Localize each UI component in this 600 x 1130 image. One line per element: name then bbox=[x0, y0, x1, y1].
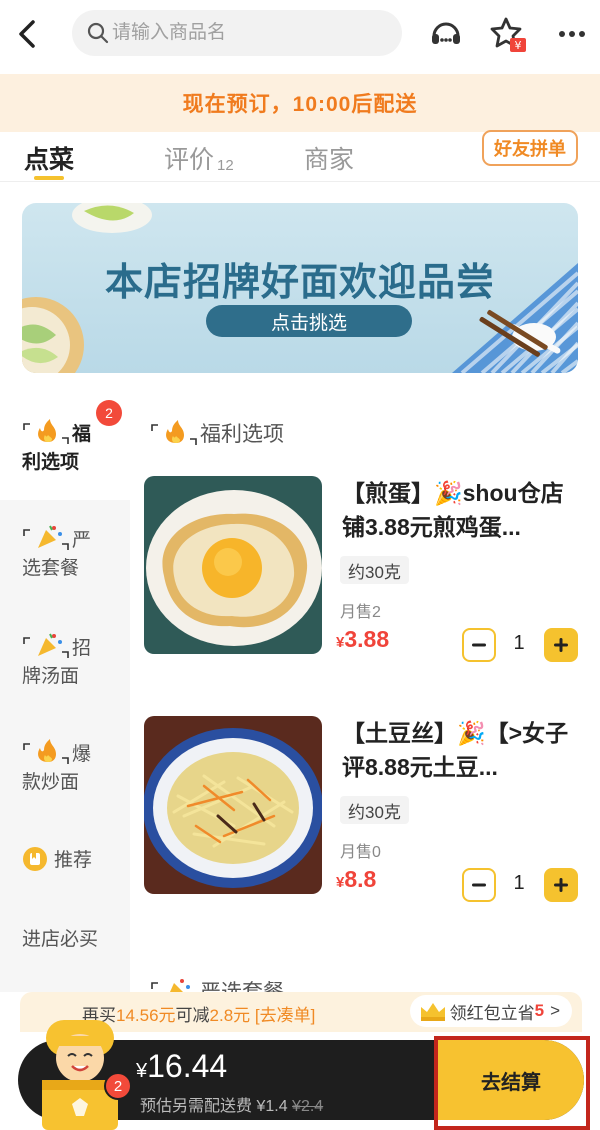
category-sidebar: 福 利选项 2 严 选套餐 招 牌汤面 爆 款炒面 推荐 进店必买 bbox=[0, 392, 130, 992]
favorite-star-icon[interactable]: ¥ bbox=[486, 12, 530, 56]
add-on-link[interactable]: [去凑单] bbox=[255, 1006, 315, 1025]
tab-reviews-label: 评价 bbox=[164, 146, 215, 174]
delivery-fee: 预估另需配送费 ¥1.4 ¥2.4 bbox=[140, 1092, 323, 1116]
product-price: ¥8.8 bbox=[336, 866, 376, 893]
promo-middle: 可减 bbox=[175, 1006, 210, 1025]
sidebar-item-set-meal-line1: 严 bbox=[72, 530, 92, 551]
sidebar-item-fried-noodles[interactable]: 爆 款炒面 bbox=[0, 738, 130, 797]
search-input[interactable] bbox=[112, 18, 392, 48]
sidebar-item-soup-noodles[interactable]: 招 牌汤面 bbox=[0, 632, 130, 691]
cart-total: ¥16.44 bbox=[136, 1048, 227, 1085]
red-packet-amount: 5 bbox=[534, 1001, 545, 1020]
fire-icon bbox=[23, 419, 69, 444]
tab-order-label: 点菜 bbox=[24, 146, 75, 174]
product-spec: 约30克 bbox=[340, 796, 409, 824]
tab-reviews-count: 12 bbox=[217, 157, 234, 174]
tab-merchant-label: 商家 bbox=[304, 146, 355, 174]
preorder-notice: 现在预订，10:00后配送 bbox=[0, 74, 600, 132]
promo-discount: 2.8元 bbox=[209, 1006, 251, 1025]
cart-count-badge: 2 bbox=[104, 1072, 132, 1100]
top-bar: ¥ bbox=[0, 0, 600, 68]
sidebar-item-soup-noodles-line1: 招 bbox=[72, 638, 92, 659]
sidebar-item-welfare-line2: 利选项 bbox=[22, 452, 80, 473]
customer-service-icon[interactable] bbox=[424, 12, 468, 56]
product-price: ¥3.88 bbox=[336, 626, 389, 653]
plus-icon bbox=[554, 878, 568, 892]
tab-reviews[interactable]: 评价 12 bbox=[164, 132, 234, 176]
search-icon bbox=[86, 21, 110, 45]
checkout-highlight-outline bbox=[434, 1036, 590, 1130]
cart-total-symbol: ¥ bbox=[136, 1060, 148, 1082]
sidebar-item-set-meal[interactable]: 严 选套餐 bbox=[0, 524, 130, 583]
sidebar-item-fried-noodles-line2: 款炒面 bbox=[22, 772, 80, 793]
price-value: 8.8 bbox=[344, 866, 377, 892]
fire-icon bbox=[23, 739, 69, 764]
group-order-button[interactable]: 好友拼单 bbox=[482, 130, 578, 166]
search-bar[interactable] bbox=[72, 10, 402, 56]
chevron-right-icon: > bbox=[550, 1001, 560, 1020]
delivery-fee-original: ¥2.4 bbox=[292, 1098, 324, 1115]
section-title-label: 福利选项 bbox=[200, 423, 284, 446]
crown-icon bbox=[420, 1003, 445, 1021]
increase-quantity-button[interactable] bbox=[544, 628, 578, 662]
quantity-value: 1 bbox=[513, 632, 525, 654]
tab-merchant[interactable]: 商家 bbox=[304, 132, 354, 176]
red-packet-button[interactable]: 领红包立省 5 > bbox=[409, 995, 572, 1027]
cart-total-value: 16.44 bbox=[147, 1048, 228, 1084]
sidebar-item-recommend-label: 推荐 bbox=[54, 850, 93, 871]
sidebar-item-welfare-line1: 福 bbox=[72, 424, 92, 445]
section-title: 福利选项 bbox=[150, 418, 284, 448]
plus-icon bbox=[554, 638, 568, 652]
decrease-quantity-button[interactable] bbox=[462, 628, 496, 662]
sidebar-item-must-buy-label: 进店必买 bbox=[22, 929, 99, 950]
product-sales: 月售0 bbox=[340, 844, 381, 861]
sidebar-item-welfare[interactable]: 福 利选项 2 bbox=[0, 392, 130, 500]
active-tab-indicator bbox=[34, 176, 64, 180]
banner-title: 本店招牌好面欢迎品尝 bbox=[104, 262, 495, 304]
red-packet-label: 领红包立省 bbox=[449, 1003, 535, 1023]
tab-order[interactable]: 点菜 bbox=[24, 132, 74, 176]
product-card[interactable]: 【土豆丝】🎉【>女子评8.88元土豆... 约30克 月售0 ¥8.8 1 bbox=[144, 716, 584, 902]
party-popper-icon bbox=[23, 633, 69, 658]
sidebar-item-fried-noodles-line1: 爆 bbox=[72, 744, 92, 765]
sidebar-item-soup-noodles-line2: 牌汤面 bbox=[22, 666, 80, 687]
product-name[interactable]: 【煎蛋】🎉shou仓店铺3.88元煎鸡蛋... bbox=[342, 476, 582, 544]
sidebar-item-recommend[interactable]: 推荐 bbox=[0, 846, 130, 875]
promo-banner[interactable]: 本店招牌好面欢迎品尝 点击挑选 bbox=[22, 203, 578, 373]
party-popper-icon bbox=[23, 525, 69, 550]
price-value: 3.88 bbox=[344, 626, 390, 652]
minus-icon bbox=[472, 643, 486, 647]
product-image-fried-egg[interactable] bbox=[144, 476, 322, 654]
sidebar-item-set-meal-line2: 选套餐 bbox=[22, 558, 80, 579]
increase-quantity-button[interactable] bbox=[544, 868, 578, 902]
minus-icon bbox=[472, 883, 486, 887]
product-card[interactable]: 【煎蛋】🎉shou仓店铺3.88元煎鸡蛋... 约30克 月售2 ¥3.88 1 bbox=[144, 476, 584, 662]
svg-text:¥: ¥ bbox=[515, 39, 522, 52]
more-icon[interactable] bbox=[550, 12, 594, 56]
product-name[interactable]: 【土豆丝】🎉【>女子评8.88元土豆... bbox=[342, 716, 582, 784]
banner-cta-button[interactable]: 点击挑选 bbox=[206, 305, 412, 337]
sidebar-count-badge: 2 bbox=[96, 400, 122, 426]
delivery-fee-label: 预估另需配送费 ¥1.4 bbox=[140, 1098, 288, 1115]
recommend-icon bbox=[23, 847, 47, 871]
back-icon[interactable] bbox=[8, 14, 48, 54]
fire-icon bbox=[151, 420, 197, 445]
decrease-quantity-button[interactable] bbox=[462, 868, 496, 902]
product-sales: 月售2 bbox=[340, 604, 381, 621]
sidebar-item-must-buy[interactable]: 进店必买 bbox=[0, 926, 130, 954]
quantity-value: 1 bbox=[513, 872, 525, 894]
product-image-shredded-potato[interactable] bbox=[144, 716, 322, 894]
product-spec: 约30克 bbox=[340, 556, 409, 584]
